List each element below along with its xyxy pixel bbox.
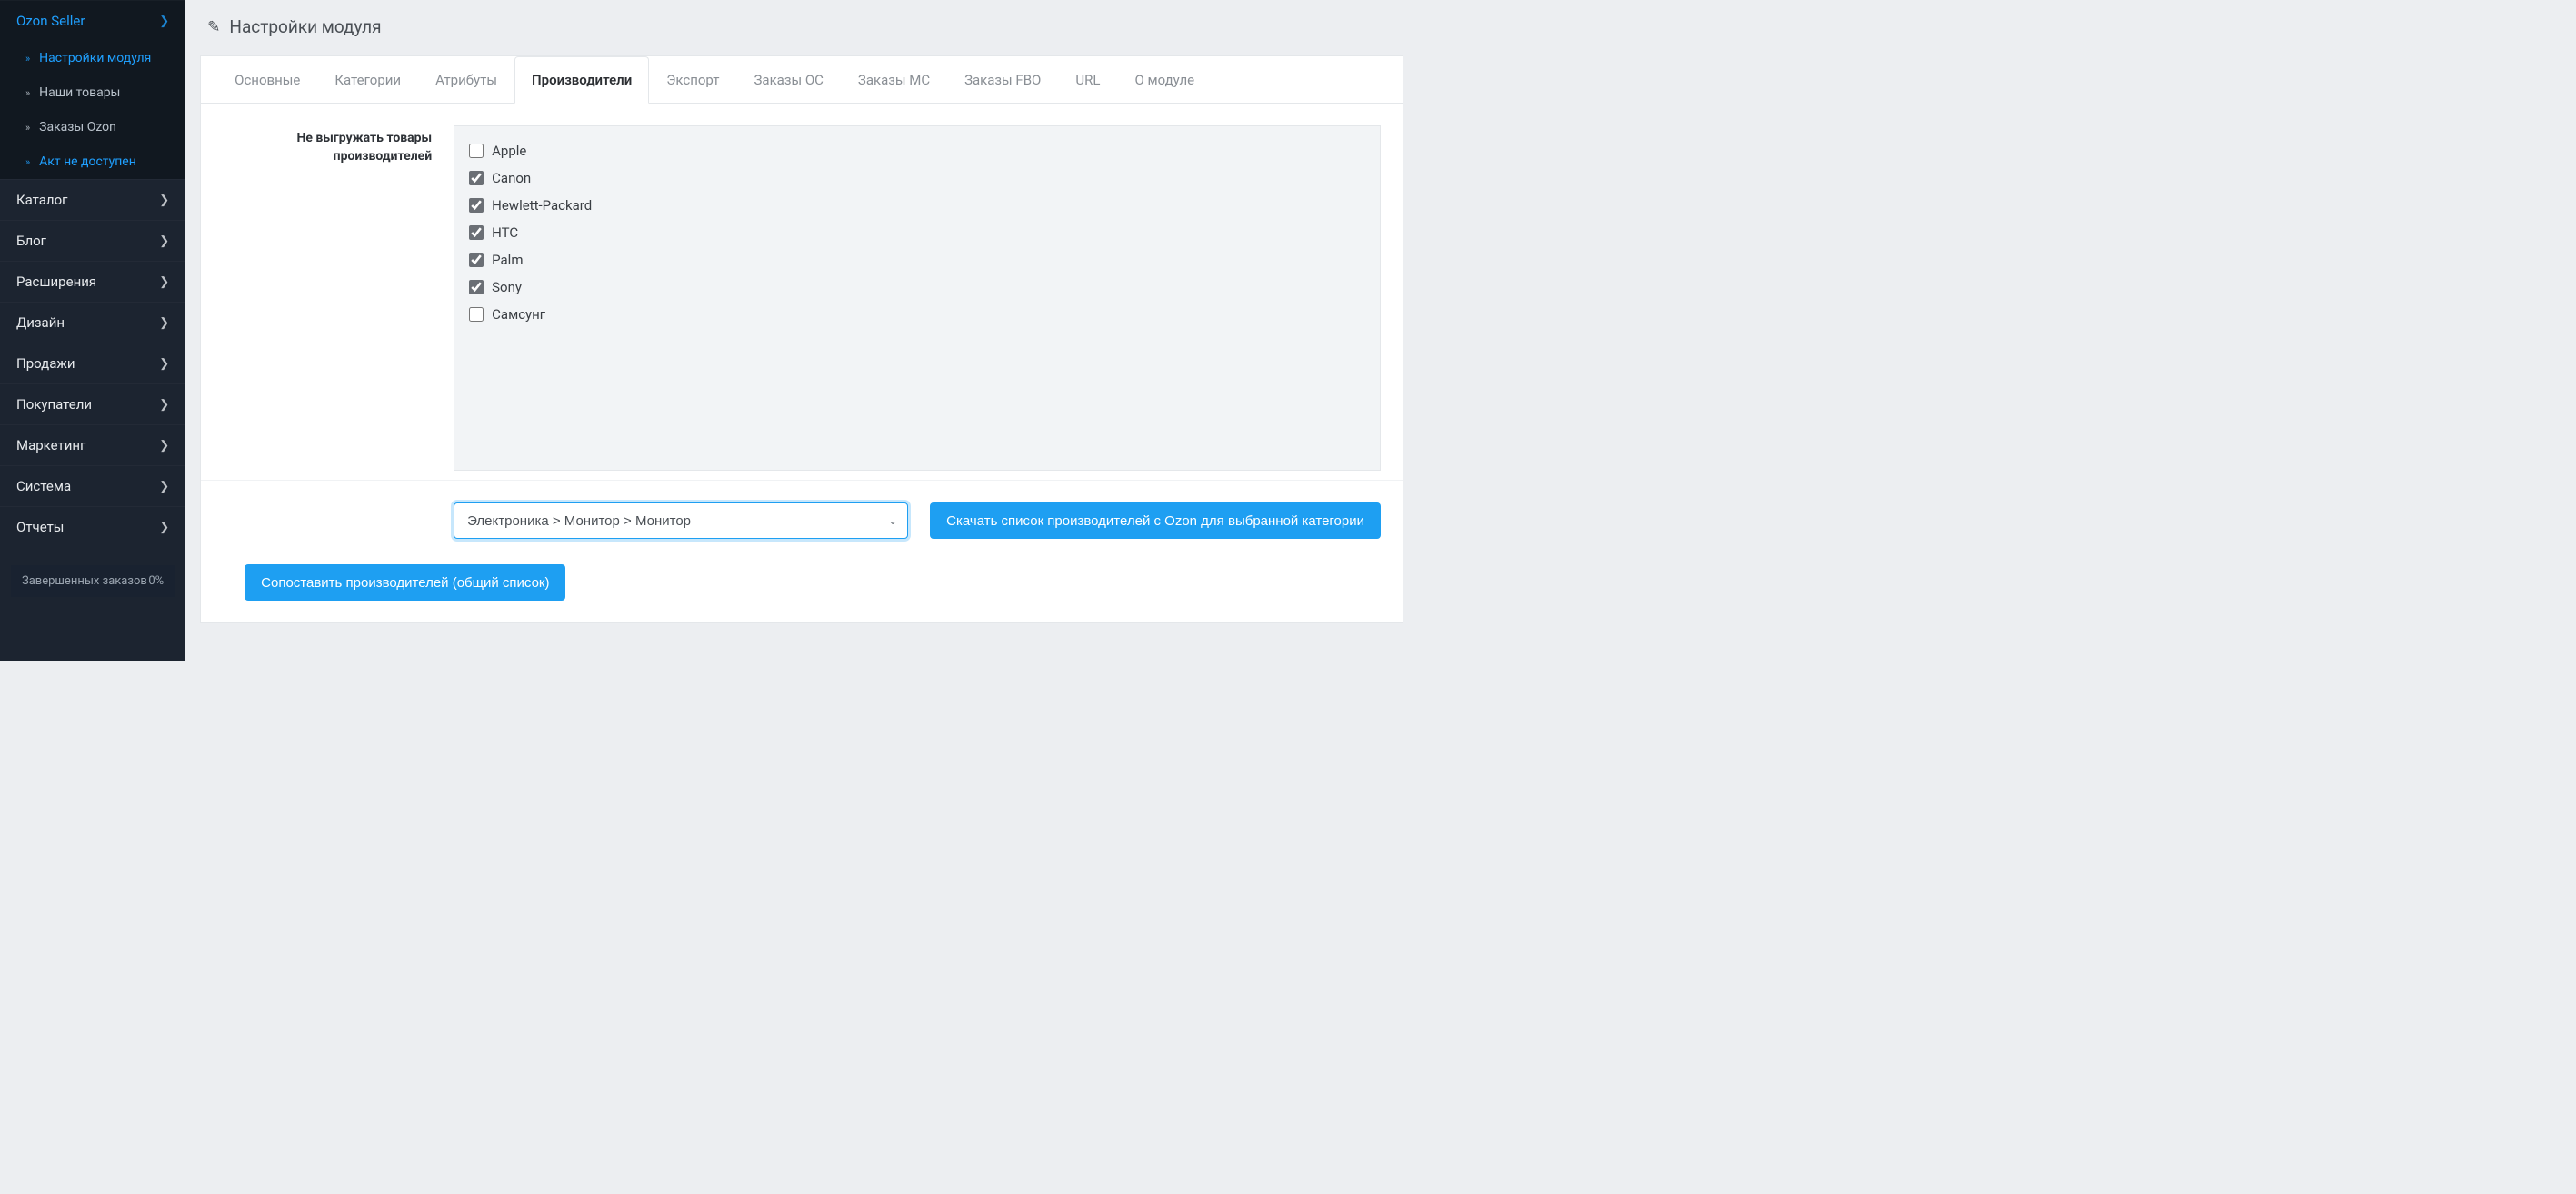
sidebar-item-catalog[interactable]: Каталог ❯ bbox=[0, 179, 185, 220]
chevron-right-icon: ❯ bbox=[159, 234, 169, 248]
sidebar-sub-module-settings[interactable]: » Настройки модуля bbox=[0, 41, 185, 75]
chevron-right-icon: ❯ bbox=[159, 357, 169, 371]
manufacturer-row[interactable]: Canon bbox=[469, 164, 1365, 192]
sidebar-item-label: Отчеты bbox=[16, 519, 64, 535]
form-row-exclude: Не выгружать товары производителей Apple… bbox=[201, 104, 1403, 481]
tab-export[interactable]: Экспорт bbox=[649, 56, 736, 104]
footer-stats-label: Завершенных заказов bbox=[22, 574, 147, 588]
sidebar-item-ozon-seller[interactable]: Ozon Seller ❯ bbox=[0, 0, 185, 41]
chevron-right-icon: ❯ bbox=[159, 316, 169, 330]
double-chevron-icon: » bbox=[25, 156, 30, 168]
action-row-match: Сопоставить производителей (общий список… bbox=[201, 550, 1403, 622]
sidebar-sub-label: Наши товары bbox=[39, 85, 120, 100]
chevron-right-icon: ❯ bbox=[159, 439, 169, 453]
pencil-icon: ✎ bbox=[207, 18, 220, 36]
double-chevron-icon: » bbox=[25, 122, 30, 134]
sidebar-item-extensions[interactable]: Расширения ❯ bbox=[0, 261, 185, 302]
sidebar-item-system[interactable]: Система ❯ bbox=[0, 465, 185, 506]
manufacturer-row[interactable]: HTC bbox=[469, 219, 1365, 246]
chevron-right-icon: ❯ bbox=[159, 194, 169, 207]
manufacturer-checkbox-htc[interactable] bbox=[469, 225, 484, 240]
tab-categories[interactable]: Категории bbox=[317, 56, 418, 104]
tab-attributes[interactable]: Атрибуты bbox=[418, 56, 514, 104]
manufacturer-row[interactable]: Самсунг bbox=[469, 301, 1365, 328]
double-chevron-icon: » bbox=[25, 87, 30, 99]
tab-orders-mc[interactable]: Заказы МС bbox=[841, 56, 947, 104]
manufacturer-row[interactable]: Palm bbox=[469, 246, 1365, 274]
sidebar-sub-our-products[interactable]: » Наши товары bbox=[0, 75, 185, 110]
sidebar-item-label: Блог bbox=[16, 233, 46, 249]
sidebar-sub-label: Акт не доступен bbox=[39, 154, 136, 169]
footer-stats-value: 0% bbox=[148, 574, 164, 588]
sidebar-item-label: Каталог bbox=[16, 192, 67, 208]
manufacturer-name: Самсунг bbox=[492, 306, 545, 323]
form-label-exclude: Не выгружать товары производителей bbox=[223, 125, 432, 471]
sidebar-item-label: Система bbox=[16, 478, 71, 494]
manufacturer-name: Canon bbox=[492, 170, 531, 186]
manufacturer-checkbox-palm[interactable] bbox=[469, 253, 484, 267]
sidebar-item-label: Маркетинг bbox=[16, 437, 85, 453]
sidebar-sub-act-unavailable[interactable]: » Акт не доступен bbox=[0, 144, 185, 179]
sidebar-item-blog[interactable]: Блог ❯ bbox=[0, 220, 185, 261]
match-manufacturers-button[interactable]: Сопоставить производителей (общий список… bbox=[245, 564, 565, 601]
tab-url[interactable]: URL bbox=[1058, 56, 1117, 104]
sidebar-item-customers[interactable]: Покупатели ❯ bbox=[0, 383, 185, 424]
sidebar-item-sales[interactable]: Продажи ❯ bbox=[0, 343, 185, 383]
sidebar-footer-stats: Завершенных заказов 0% bbox=[11, 565, 175, 597]
download-manufacturers-button[interactable]: Скачать список производителей с Ozon для… bbox=[930, 502, 1381, 539]
chevron-right-icon: ❯ bbox=[159, 15, 169, 28]
chevron-right-icon: ❯ bbox=[159, 398, 169, 412]
tabs: Основные Категории Атрибуты Производител… bbox=[201, 56, 1403, 104]
settings-panel: Основные Категории Атрибуты Производител… bbox=[200, 55, 1403, 623]
category-select[interactable]: Электроника > Монитор > Монитор bbox=[454, 502, 908, 539]
chevron-right-icon: ❯ bbox=[159, 521, 169, 534]
tab-manufacturers[interactable]: Производители bbox=[514, 56, 649, 104]
double-chevron-icon: » bbox=[25, 53, 30, 65]
tab-about[interactable]: О модуле bbox=[1117, 56, 1212, 104]
manufacturer-row[interactable]: Hewlett-Packard bbox=[469, 192, 1365, 219]
sidebar-sub-ozon-orders[interactable]: » Заказы Ozon bbox=[0, 110, 185, 144]
sidebar-item-design[interactable]: Дизайн ❯ bbox=[0, 302, 185, 343]
main-content: ✎ Настройки модуля Основные Категории Ат… bbox=[185, 0, 1418, 661]
tab-orders-fbo[interactable]: Заказы FBO bbox=[947, 56, 1058, 104]
manufacturer-checkbox-apple[interactable] bbox=[469, 144, 484, 158]
manufacturer-row[interactable]: Apple bbox=[469, 137, 1365, 164]
sidebar-item-label: Расширения bbox=[16, 274, 96, 290]
tab-orders-oc[interactable]: Заказы ОС bbox=[737, 56, 841, 104]
sidebar-subnav: » Настройки модуля » Наши товары » Заказ… bbox=[0, 41, 185, 179]
sidebar-sub-label: Настройки модуля bbox=[39, 51, 151, 65]
page-title: Настройки модуля bbox=[229, 16, 381, 37]
sidebar-item-reports[interactable]: Отчеты ❯ bbox=[0, 506, 185, 547]
manufacturer-list: Apple Canon Hewlett-Packard HTC bbox=[454, 125, 1381, 471]
sidebar: Ozon Seller ❯ » Настройки модуля » Наши … bbox=[0, 0, 185, 661]
manufacturer-checkbox-samsung[interactable] bbox=[469, 307, 484, 322]
manufacturer-checkbox-canon[interactable] bbox=[469, 171, 484, 185]
chevron-right-icon: ❯ bbox=[159, 480, 169, 493]
sidebar-item-label: Покупатели bbox=[16, 396, 92, 413]
manufacturer-row[interactable]: Sony bbox=[469, 274, 1365, 301]
manufacturer-checkbox-sony[interactable] bbox=[469, 280, 484, 294]
tab-main[interactable]: Основные bbox=[217, 56, 317, 104]
manufacturer-name: HTC bbox=[492, 224, 518, 241]
manufacturer-name: Hewlett-Packard bbox=[492, 197, 592, 214]
sidebar-sub-label: Заказы Ozon bbox=[39, 120, 116, 134]
page-header: ✎ Настройки модуля bbox=[185, 0, 1418, 48]
manufacturer-checkbox-hp[interactable] bbox=[469, 198, 484, 213]
action-row-download: Электроника > Монитор > Монитор ⌄ Скачат… bbox=[201, 481, 1403, 550]
manufacturer-name: Sony bbox=[492, 279, 522, 295]
chevron-right-icon: ❯ bbox=[159, 275, 169, 289]
sidebar-item-label: Дизайн bbox=[16, 314, 65, 331]
sidebar-item-marketing[interactable]: Маркетинг ❯ bbox=[0, 424, 185, 465]
sidebar-item-label: Ozon Seller bbox=[16, 13, 85, 29]
spacer bbox=[223, 502, 432, 539]
manufacturer-name: Apple bbox=[492, 143, 526, 159]
sidebar-item-label: Продажи bbox=[16, 355, 75, 372]
manufacturer-name: Palm bbox=[492, 252, 523, 268]
